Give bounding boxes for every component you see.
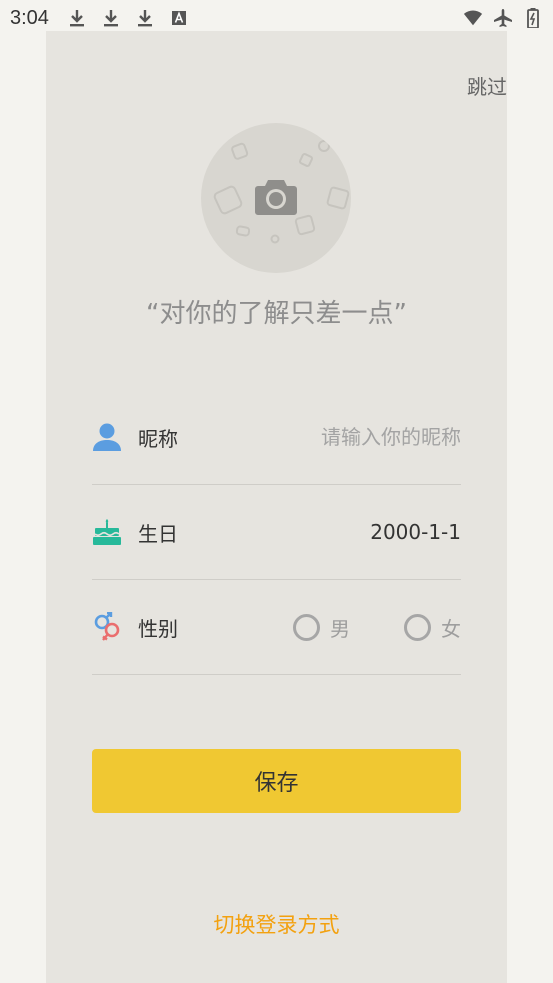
avatar-upload[interactable] — [201, 123, 351, 273]
battery-icon — [523, 8, 543, 28]
status-left-icons — [67, 8, 189, 28]
camera-icon — [254, 178, 298, 216]
radio-button[interactable] — [404, 613, 431, 641]
switch-login-link[interactable]: 切换登录方式 — [46, 909, 507, 939]
slogan-text: “对你的了解只差一点” — [146, 299, 407, 329]
gender-option-male-label: 男 — [330, 616, 350, 641]
nickname-input[interactable] — [261, 425, 461, 449]
airplane-icon — [493, 8, 513, 28]
status-time: 3:04 — [10, 6, 49, 29]
skip-button[interactable]: 跳过 — [467, 71, 507, 100]
birthday-label: 生日 — [138, 521, 178, 546]
status-right-icons — [463, 8, 543, 28]
download-icon — [135, 8, 155, 28]
birthday-value[interactable]: 2000-1-1 — [370, 520, 461, 544]
download-icon — [101, 8, 121, 28]
gender-row: 性别 男 女 — [92, 580, 461, 675]
gender-icon — [92, 612, 122, 642]
cake-icon — [92, 517, 122, 547]
wifi-icon — [463, 8, 483, 28]
download-icon — [67, 8, 87, 28]
text-a-icon — [169, 8, 189, 28]
save-button[interactable]: 保存 — [92, 749, 461, 813]
profile-panel: 跳过 “对你的了解只差一点” 昵称 请输入你的昵称 生日 2000-1-1 性别… — [46, 31, 507, 983]
gender-option-female[interactable]: 女 — [404, 613, 461, 642]
gender-radio-group: 男 女 — [293, 613, 461, 642]
nickname-row: 昵称 — [92, 390, 461, 485]
gender-option-female-label: 女 — [441, 616, 461, 641]
gender-label: 性别 — [138, 616, 178, 641]
gender-option-male[interactable]: 男 — [293, 613, 350, 642]
user-icon — [92, 422, 122, 452]
birthday-row[interactable]: 生日 2000-1-1 — [92, 485, 461, 580]
nickname-label: 昵称 — [138, 426, 178, 451]
radio-button[interactable] — [293, 613, 320, 641]
